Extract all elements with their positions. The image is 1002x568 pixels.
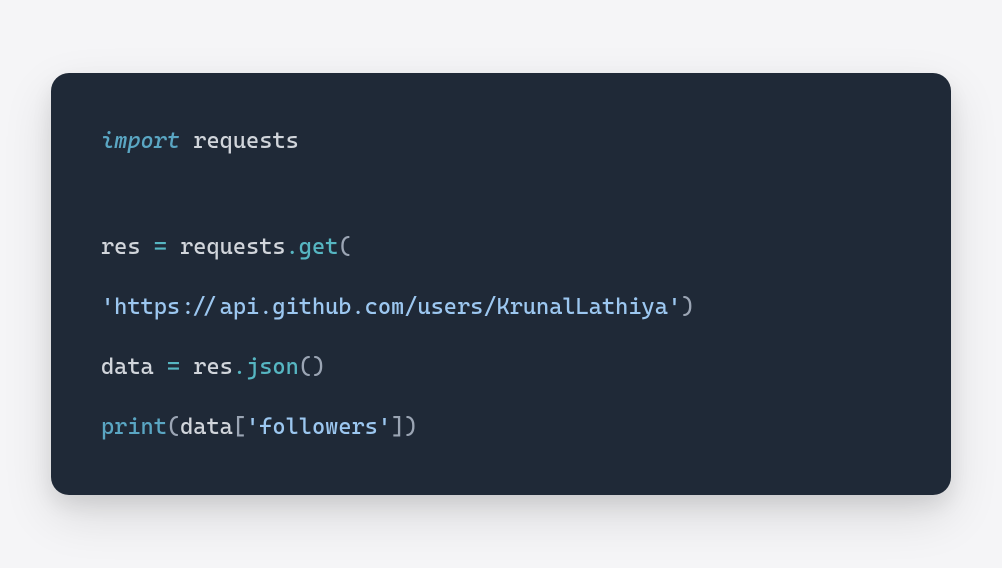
assign-op: = [154, 234, 167, 260]
dot-op: . [233, 354, 246, 380]
code-line-1: import requests [101, 123, 901, 159]
keyword-import: import [101, 128, 180, 154]
code-line-5: print(data['followers']) [101, 409, 901, 445]
obj-res: res [180, 354, 233, 380]
var-data: data [101, 354, 167, 380]
key-string: 'followers' [246, 414, 391, 440]
parens: () [299, 354, 325, 380]
func-print: print [101, 414, 167, 440]
bracket-close: ] [391, 414, 404, 440]
dot-op: . [286, 234, 299, 260]
code-line-2: res = requests.get( [101, 229, 901, 265]
bracket-open: [ [233, 414, 246, 440]
paren-close: ) [681, 294, 694, 320]
code-line-3: 'https://api.github.com/users/KrunalLath… [101, 289, 901, 325]
obj-requests: requests [167, 234, 286, 260]
paren-open: ( [338, 234, 351, 260]
code-line-blank [101, 183, 901, 205]
code-card: import requests res = requests.get('http… [51, 73, 951, 495]
method-json: json [246, 354, 299, 380]
var-res: res [101, 234, 154, 260]
method-get: get [299, 234, 339, 260]
paren-close: ) [404, 414, 417, 440]
module-name: requests [180, 128, 299, 154]
assign-op: = [167, 354, 180, 380]
arg-data: data [180, 414, 233, 440]
url-string: 'https://api.github.com/users/KrunalLath… [101, 294, 681, 320]
paren-open: ( [167, 414, 180, 440]
code-line-4: data = res.json() [101, 349, 901, 385]
code-block: import requests res = requests.get('http… [101, 123, 901, 445]
